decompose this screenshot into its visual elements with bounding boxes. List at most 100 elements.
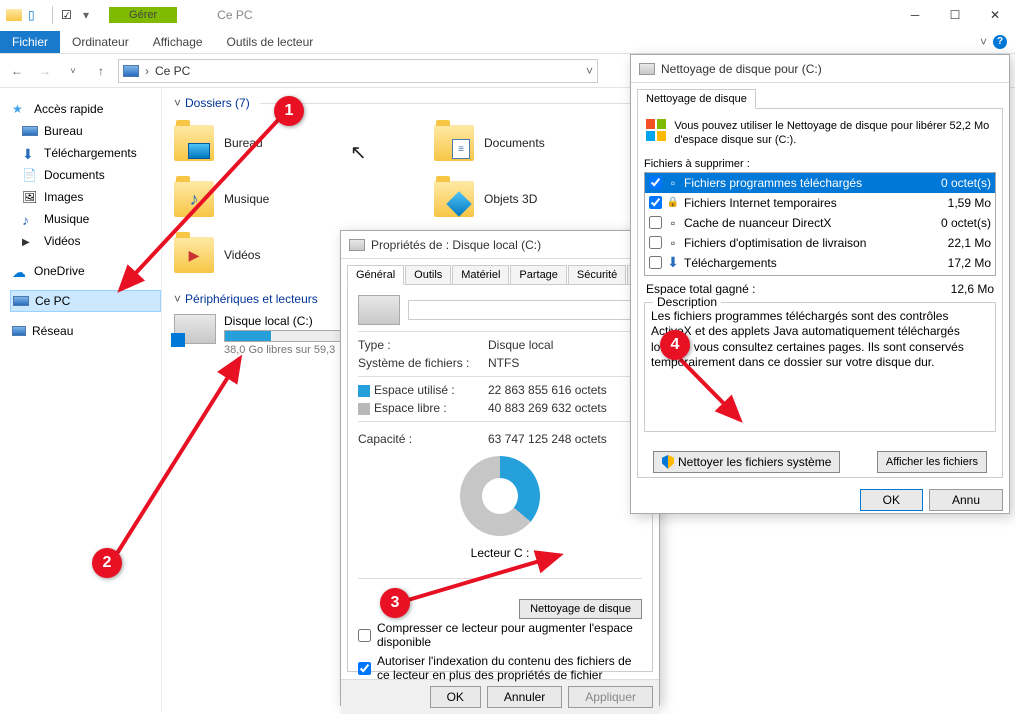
cancel-button[interactable]: Annu: [929, 489, 1003, 511]
star-icon: [12, 102, 28, 116]
forward-button[interactable]: →: [34, 60, 56, 82]
desktop-folder-icon: [174, 125, 214, 161]
minimize-button[interactable]: ─: [895, 1, 935, 29]
sidebar-reseau[interactable]: Réseau: [10, 320, 161, 342]
ribbon-chevron-icon[interactable]: ˅: [980, 35, 987, 49]
onedrive-icon: [12, 264, 28, 278]
drive-letter-label: Lecteur C :: [358, 546, 642, 560]
sidebar-item-documents[interactable]: Documents: [10, 164, 161, 186]
file-icon: ▫: [666, 216, 680, 230]
up-button[interactable]: ↑: [90, 60, 112, 82]
download-icon: [22, 146, 38, 160]
list-item[interactable]: Téléchargements17,2 Mo: [645, 253, 995, 273]
total-space-gained: Espace total gagné : 12,6 Mo: [646, 282, 994, 296]
download-icon: [666, 256, 680, 270]
document-icon: [22, 168, 38, 182]
drive-usage-bar: [224, 330, 354, 342]
sidebar-item-videos[interactable]: Vidéos: [10, 230, 161, 252]
sidebar-item-telechargements[interactable]: Téléchargements: [10, 142, 161, 164]
manage-tab-header: Gérer: [109, 7, 177, 23]
ribbon: Fichier Ordinateur Affichage Outils de l…: [0, 30, 1015, 54]
tab-ordinateur[interactable]: Ordinateur: [60, 31, 141, 53]
dialog-buttons: OK Annuler Appliquer: [341, 679, 659, 714]
tab-outils[interactable]: Outils de lecteur: [215, 31, 326, 53]
cancel-button[interactable]: Annuler: [487, 686, 562, 708]
drive-icon: [174, 314, 216, 344]
sidebar-item-musique[interactable]: Musique: [10, 208, 161, 230]
tab-nettoyage[interactable]: Nettoyage de disque: [637, 89, 756, 109]
lock-icon: [666, 196, 680, 210]
list-item[interactable]: ▫Fichiers programmes téléchargés0 octet(…: [645, 173, 995, 193]
cursor-icon: ↖: [350, 140, 367, 165]
drive-icon: [349, 239, 365, 251]
tab-materiel[interactable]: Matériel: [452, 265, 509, 285]
annotation-badge-2: 2: [92, 548, 122, 578]
documents-folder-icon: [434, 125, 474, 161]
file-icon: ▫: [666, 236, 680, 250]
history-dropdown[interactable]: ˅: [62, 60, 84, 82]
apply-button[interactable]: Appliquer: [568, 686, 653, 708]
folder-musique[interactable]: Musique: [174, 172, 404, 226]
file-icon: ▫: [666, 176, 680, 190]
tab-securite[interactable]: Sécurité: [568, 265, 626, 285]
network-icon: [12, 326, 26, 336]
tab-fichier[interactable]: Fichier: [0, 31, 60, 53]
sidebar: Accès rapide Bureau Téléchargements Docu…: [0, 88, 162, 712]
tab-outils[interactable]: Outils: [405, 265, 451, 285]
music-icon: [22, 212, 38, 226]
cleanup-buttons: OK Annu: [631, 479, 1009, 521]
disk-cleanup-button[interactable]: Nettoyage de disque: [519, 599, 642, 619]
disk-cleanup-dialog: Nettoyage de disque pour (C:) Nettoyage …: [630, 54, 1010, 514]
video-icon: [22, 234, 38, 248]
pc-icon: [123, 65, 139, 77]
ok-button[interactable]: OK: [860, 489, 923, 511]
sidebar-ce-pc[interactable]: Ce PC: [10, 290, 161, 312]
quick-access-toolbar: ▯ ☑ ▾: [0, 6, 89, 24]
index-checkbox[interactable]: Autoriser l'indexation du contenu des fi…: [358, 654, 642, 683]
folder-icon: [6, 9, 22, 21]
cleanup-title: Nettoyage de disque pour (C:): [631, 55, 1009, 83]
address-chevron-icon[interactable]: ˅: [586, 64, 593, 78]
sidebar-item-images[interactable]: Images: [10, 186, 161, 208]
usage-donut: [460, 456, 540, 536]
tab-partage[interactable]: Partage: [510, 265, 567, 285]
sidebar-item-bureau[interactable]: Bureau: [10, 120, 161, 142]
shield-icon: [662, 455, 674, 469]
properties-tabs: Général Outils Matériel Partage Sécurité…: [341, 259, 659, 285]
files-to-delete-list[interactable]: ▫Fichiers programmes téléchargés0 octet(…: [644, 172, 996, 276]
music-folder-icon: [174, 181, 214, 217]
pc-icon: [13, 296, 29, 306]
pin-icon[interactable]: ▯: [28, 8, 44, 22]
sidebar-onedrive[interactable]: OneDrive: [10, 260, 161, 282]
address-box[interactable]: › Ce PC ˅: [118, 59, 598, 83]
properties-icon[interactable]: ☑: [61, 8, 77, 22]
ok-button[interactable]: OK: [430, 686, 481, 708]
breadcrumb[interactable]: Ce PC: [155, 64, 190, 78]
list-item[interactable]: Fichiers Internet temporaires1,59 Mo: [645, 193, 995, 213]
annotation-badge-4: 4: [660, 330, 690, 360]
dialog-title: Propriétés de : Disque local (C:): [341, 231, 659, 259]
list-item[interactable]: ▫Fichiers d'optimisation de livraison22,…: [645, 233, 995, 253]
image-icon: [22, 190, 38, 204]
maximize-button[interactable]: ☐: [935, 1, 975, 29]
drive-free-space: 38,0 Go libres sur 59,3: [224, 344, 354, 356]
drive-name: Disque local (C:): [224, 314, 354, 328]
list-item[interactable]: ▫Cache de nuanceur DirectX0 octet(s): [645, 213, 995, 233]
view-files-button[interactable]: Afficher les fichiers: [877, 451, 987, 473]
tab-affichage[interactable]: Affichage: [141, 31, 215, 53]
cleanup-info: Vous pouvez utiliser le Nettoyage de dis…: [644, 115, 996, 156]
description-box: Description Les fichiers programmes télé…: [644, 302, 996, 432]
tab-general[interactable]: Général: [347, 265, 404, 285]
drive-name-input[interactable]: [408, 300, 642, 320]
windows-icon: [646, 119, 666, 141]
sidebar-quick-access[interactable]: Accès rapide: [10, 98, 161, 120]
chevron-down-icon: ˅: [174, 292, 181, 306]
properties-dialog: Propriétés de : Disque local (C:) Généra…: [340, 230, 660, 706]
compress-checkbox[interactable]: Compresser ce lecteur pour augmenter l'e…: [358, 621, 642, 650]
clean-system-files-button[interactable]: Nettoyer les fichiers système: [653, 451, 840, 473]
videos-folder-icon: [174, 237, 214, 273]
close-button[interactable]: ✕: [975, 1, 1015, 29]
help-icon[interactable]: ?: [993, 35, 1007, 49]
annotation-badge-3: 3: [380, 588, 410, 618]
back-button[interactable]: ←: [6, 60, 28, 82]
